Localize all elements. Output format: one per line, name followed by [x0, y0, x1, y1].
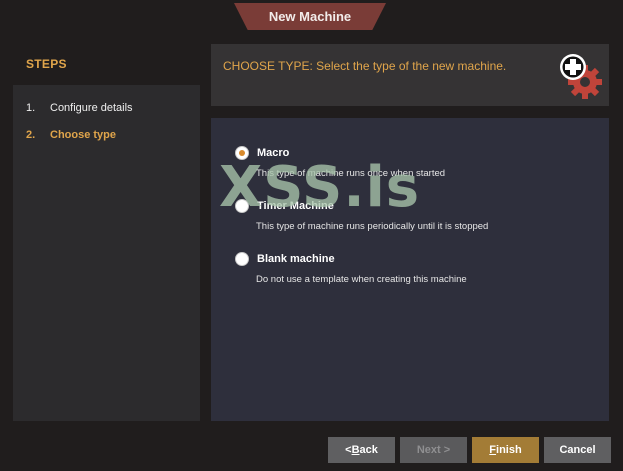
step-banner: CHOOSE TYPE: Select the type of the new …	[211, 44, 609, 106]
step-number: 1.	[26, 101, 36, 114]
banner-text: CHOOSE TYPE: Select the type of the new …	[223, 59, 507, 73]
steps-header: STEPS	[26, 57, 67, 71]
finish-rest: inish	[496, 444, 522, 456]
dialog-title: New Machine	[234, 3, 386, 30]
cancel-button[interactable]: Cancel	[544, 437, 611, 463]
option-description: Do not use a template when creating this…	[256, 274, 467, 285]
machine-type-panel: Macro This type of machine runs once whe…	[211, 118, 609, 421]
back-mnemonic: B	[351, 444, 360, 456]
option-timer-machine: Timer Machine This type of machine runs …	[235, 199, 609, 232]
step-configure-details[interactable]: 1. Configure details	[13, 94, 200, 121]
option-description: This type of machine runs periodically u…	[256, 221, 489, 232]
option-blank-machine: Blank machine Do not use a template when…	[235, 252, 609, 285]
option-macro-row[interactable]: Macro	[235, 146, 609, 160]
step-label: Choose type	[50, 128, 117, 141]
option-label[interactable]: Timer Machine	[257, 200, 334, 212]
option-macro: Macro This type of machine runs once whe…	[235, 146, 609, 179]
finish-button[interactable]: Finish	[472, 437, 539, 463]
steps-panel: 1. Configure details 2. Choose type	[13, 85, 200, 421]
option-description: This type of machine runs once when star…	[256, 168, 446, 179]
macro-radio[interactable]	[235, 146, 249, 160]
step-number: 2.	[26, 128, 36, 141]
option-label[interactable]: Blank machine	[257, 253, 335, 265]
finish-mnemonic: F	[489, 444, 497, 456]
option-label[interactable]: Macro	[257, 147, 289, 159]
timer-machine-radio[interactable]	[235, 199, 249, 213]
next-button[interactable]: Next >	[400, 437, 467, 463]
back-rest: ack	[359, 444, 378, 456]
back-button[interactable]: < Back	[328, 437, 395, 463]
step-choose-type[interactable]: 2. Choose type	[13, 121, 200, 148]
new-machine-dialog: New Machine STEPS 1. Configure details 2…	[0, 0, 623, 471]
option-blank-row[interactable]: Blank machine	[235, 252, 609, 266]
blank-machine-radio[interactable]	[235, 252, 249, 266]
step-label: Configure details	[50, 101, 133, 114]
add-machine-gear-icon	[560, 54, 602, 99]
option-timer-row[interactable]: Timer Machine	[235, 199, 609, 213]
